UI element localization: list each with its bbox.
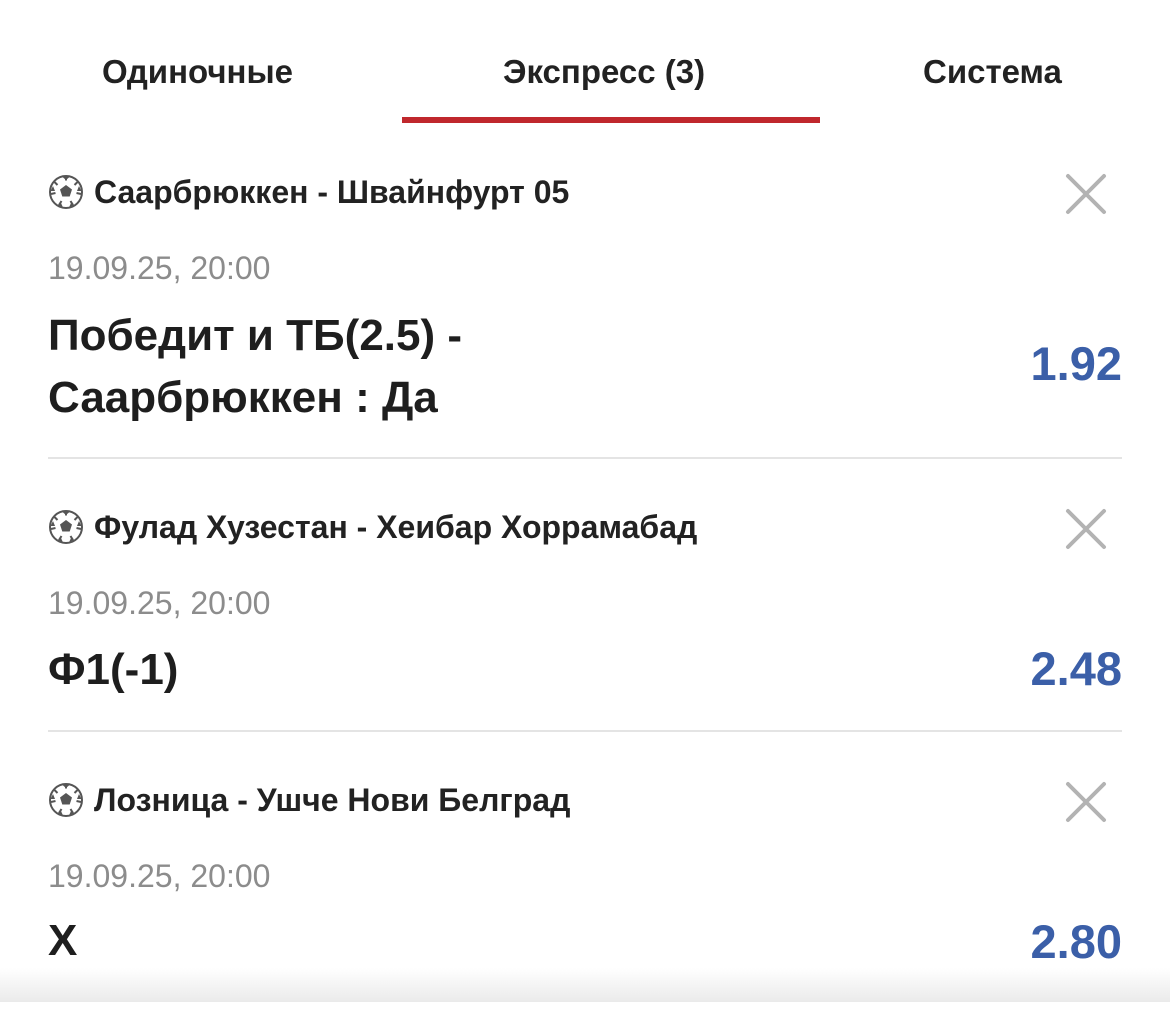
bet-outcome: Х — [48, 916, 78, 965]
bet-odds: 2.48 — [1030, 642, 1122, 695]
match-header: Лозница - Ушче Нови Белград — [48, 780, 570, 820]
bet-type-tabs: Одиночные Экспресс (3) Система — [0, 0, 1170, 124]
bet-odds: 2.80 — [1030, 915, 1122, 968]
close-icon[interactable] — [1062, 170, 1110, 218]
bet-item: Лозница - Ушче Нови Белград 19.09.25, 20… — [48, 732, 1122, 1023]
bet-outcome: Ф1(-1) — [48, 645, 179, 694]
match-date: 19.09.25, 20:00 — [48, 250, 271, 286]
match-date: 19.09.25, 20:00 — [48, 585, 271, 621]
soccer-ball-icon — [49, 783, 83, 817]
tab-express[interactable]: Экспресс (3) — [503, 50, 705, 94]
bottom-panel — [0, 1002, 1170, 1023]
soccer-ball-icon — [49, 175, 83, 209]
match-name: Лозница - Ушче Нови Белград — [94, 782, 571, 818]
bet-slip: Одиночные Экспресс (3) Система Саарбрюкк… — [0, 0, 1170, 1023]
match-header: Фулад Хузестан - Хеибар Хоррамабад — [48, 507, 697, 547]
close-icon[interactable] — [1062, 505, 1110, 553]
bet-item: Фулад Хузестан - Хеибар Хоррамабад 19.09… — [48, 459, 1122, 732]
match-date: 19.09.25, 20:00 — [48, 858, 271, 894]
bet-odds: 1.92 — [1030, 337, 1122, 390]
bet-outcome: Победит и ТБ(2.5) - Саарбрюккен : Да — [48, 311, 463, 422]
match-name: Фулад Хузестан - Хеибар Хоррамабад — [94, 509, 698, 545]
match-name: Саарбрюккен - Швайнфурт 05 — [94, 174, 570, 210]
close-icon[interactable] — [1062, 778, 1110, 826]
soccer-ball-icon — [49, 510, 83, 544]
tab-system[interactable]: Система — [923, 50, 1062, 94]
tab-singles[interactable]: Одиночные — [102, 50, 293, 94]
match-header: Саарбрюккен - Швайнфурт 05 — [48, 172, 569, 212]
active-tab-indicator — [402, 117, 820, 123]
bet-item: Саарбрюккен - Швайнфурт 05 19.09.25, 20:… — [48, 124, 1122, 459]
